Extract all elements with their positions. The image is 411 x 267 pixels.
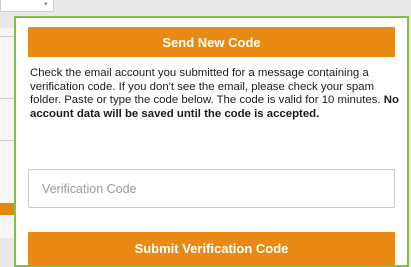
background-divider: [0, 140, 14, 141]
verification-instructions: Check the email account you submitted fo…: [30, 67, 402, 121]
verification-dialog: Send New Code Check the email account yo…: [14, 16, 409, 267]
send-new-code-button[interactable]: Send New Code: [28, 27, 395, 57]
background-divider: [0, 36, 14, 37]
instructions-text: Check the email account you submitted fo…: [30, 67, 384, 107]
chevron-down-icon: ▾: [44, 0, 48, 8]
background-divider: [0, 98, 14, 99]
submit-verification-code-button[interactable]: Submit Verification Code: [28, 232, 395, 265]
background-button-edge: [0, 203, 14, 215]
verification-code-input[interactable]: [28, 169, 395, 208]
